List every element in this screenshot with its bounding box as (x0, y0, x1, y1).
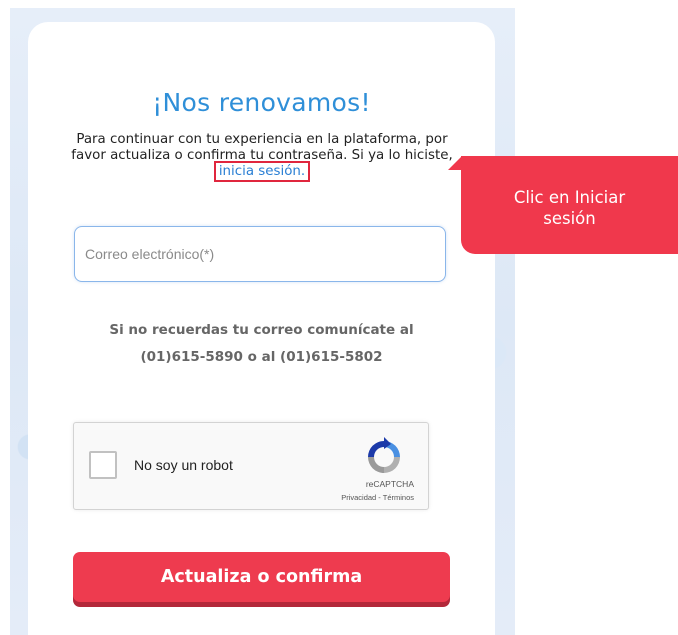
recaptcha-terms-link[interactable]: Privacidad - Términos (341, 493, 414, 502)
help-text: Si no recuerdas tu correo comunícate al … (28, 317, 495, 371)
recaptcha-label: No soy un robot (134, 457, 233, 473)
email-field[interactable] (74, 226, 446, 282)
callout-tail (448, 156, 462, 170)
recaptcha-logo-icon (368, 437, 400, 473)
instruction-callout: Clic en Iniciar sesión (461, 156, 678, 254)
recaptcha-widget: No soy un robot reCAPTCHA Privacidad - T… (73, 422, 429, 510)
help-line-2: (01)615-5890 o al (01)615-5802 (140, 349, 383, 365)
update-confirm-button[interactable]: Actualiza o confirma (73, 552, 450, 602)
help-line-1: Si no recuerdas tu correo comunícate al (109, 322, 414, 338)
intro-message: Para continuar con tu experiencia en la … (71, 132, 453, 163)
update-password-card: ¡Nos renovamos! Para continuar con tu ex… (28, 22, 495, 635)
page-title: ¡Nos renovamos! (152, 88, 371, 117)
login-link[interactable]: inicia sesión. (213, 161, 311, 182)
recaptcha-brand: reCAPTCHA (365, 479, 414, 489)
callout-line-1: Clic en Iniciar (513, 188, 626, 207)
intro-text: Para continuar con tu experiencia en la … (68, 132, 456, 182)
callout-line-2: sesión (543, 209, 596, 228)
recaptcha-checkbox[interactable] (89, 451, 117, 479)
